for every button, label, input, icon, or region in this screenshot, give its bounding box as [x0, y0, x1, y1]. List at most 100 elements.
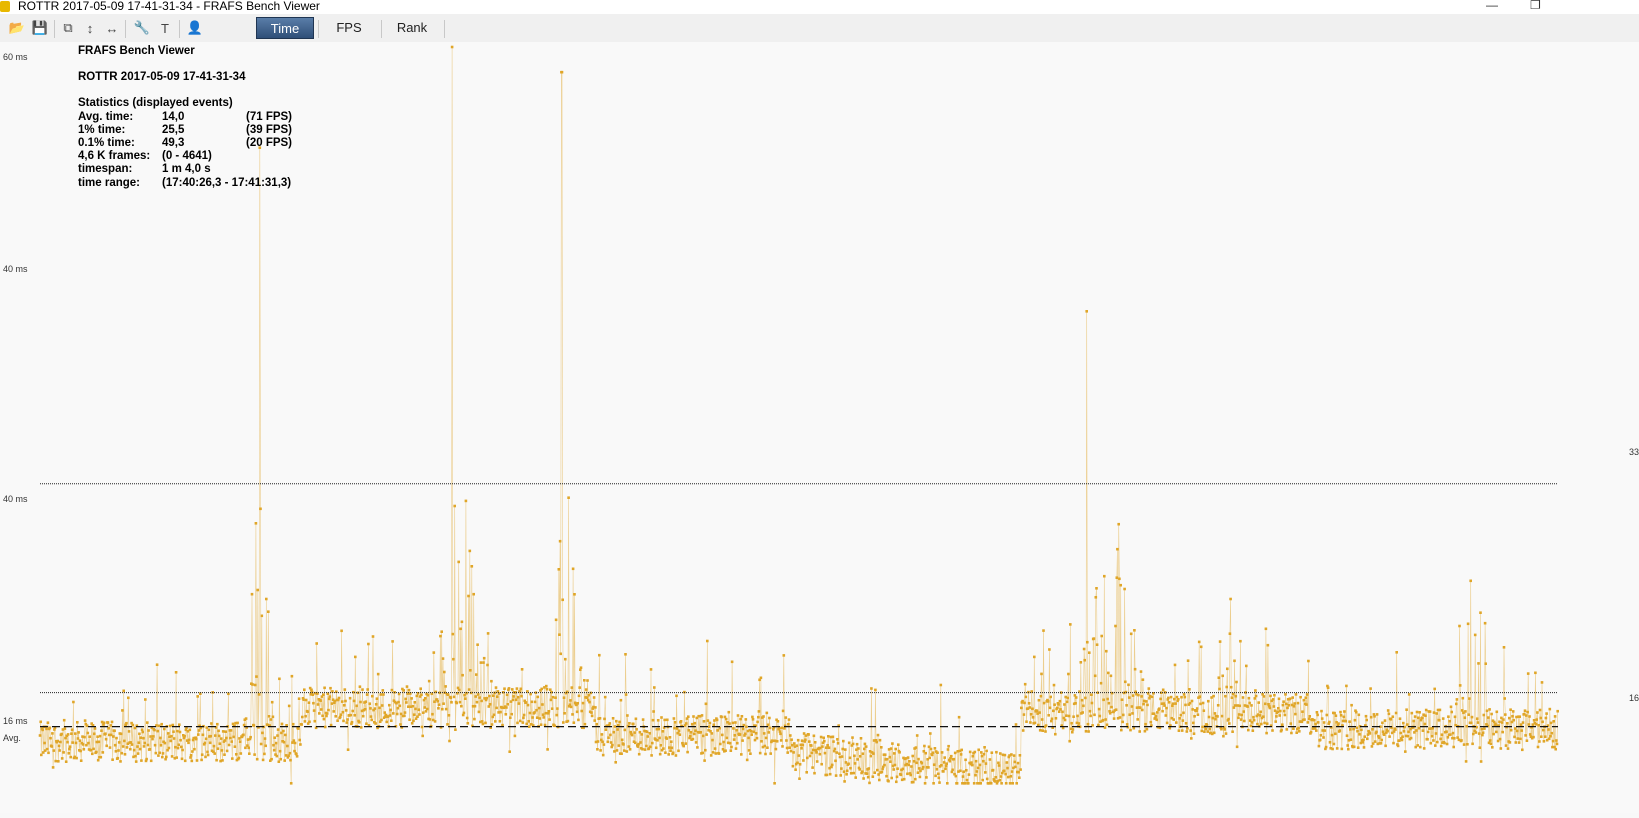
frame-point — [1452, 745, 1455, 749]
frame-point — [1352, 727, 1355, 731]
frame-point — [764, 752, 767, 756]
frame-point — [392, 712, 395, 715]
frame-point — [885, 757, 889, 761]
frame-point — [138, 732, 141, 736]
frame-point — [840, 767, 843, 770]
tab-rank[interactable]: Rank — [386, 17, 438, 39]
frame-point — [1416, 744, 1419, 747]
frame-point — [1103, 574, 1106, 578]
open-icon[interactable]: 📂 — [8, 20, 26, 36]
frame-point — [611, 743, 614, 747]
frame-point — [1082, 704, 1085, 708]
frame-point — [1419, 745, 1422, 749]
frame-point — [936, 751, 939, 754]
frame-point — [252, 724, 256, 727]
frame-point — [156, 729, 160, 733]
tab-fps[interactable]: FPS — [323, 17, 375, 39]
frame-point — [1230, 696, 1234, 699]
frame-point — [741, 727, 745, 731]
frame-point — [826, 744, 829, 747]
frame-point — [1335, 747, 1339, 750]
frame-point — [866, 775, 870, 779]
frame-point — [1262, 695, 1266, 698]
copy-icon[interactable]: ⧉ — [59, 20, 77, 36]
frame-point — [678, 733, 682, 736]
frame-point — [899, 773, 903, 777]
user-icon[interactable]: 👤 — [186, 20, 204, 36]
frame-point — [979, 782, 982, 785]
frame-point — [1250, 704, 1253, 707]
frame-point — [717, 752, 721, 755]
frame-point — [1152, 712, 1156, 715]
fit-vertical-icon[interactable]: ↕ — [81, 20, 99, 36]
frame-point — [920, 761, 924, 765]
frame-point — [1082, 647, 1086, 651]
frame-point — [219, 737, 223, 740]
frame-point — [1455, 702, 1458, 706]
fit-horizontal-icon[interactable]: ↔ — [103, 20, 121, 36]
frame-point — [1339, 714, 1343, 717]
frame-point — [1175, 721, 1178, 724]
frame-point — [845, 769, 849, 773]
save-icon[interactable]: 💾 — [31, 20, 49, 36]
frame-point — [559, 652, 562, 656]
frame-point — [1525, 739, 1529, 742]
frame-point — [564, 657, 567, 661]
frame-point — [1405, 708, 1408, 711]
frame-point — [936, 772, 940, 776]
frame-point — [200, 753, 204, 756]
frame-point — [1065, 714, 1068, 717]
frame-point — [1186, 659, 1190, 662]
frame-point — [151, 735, 155, 738]
frame-point — [325, 714, 328, 718]
text-icon[interactable]: T — [156, 20, 174, 36]
minimize-button[interactable]: — — [1486, 0, 1498, 12]
frame-point — [1033, 655, 1036, 659]
frame-point — [172, 737, 176, 740]
frame-point — [336, 719, 339, 722]
frame-point — [433, 720, 437, 723]
frame-point — [1090, 701, 1094, 705]
frame-point — [174, 745, 177, 749]
frame-point — [1003, 753, 1007, 757]
frame-point — [596, 748, 599, 751]
frame-point — [1172, 718, 1175, 721]
frame-point — [1295, 731, 1298, 734]
frame-point — [1161, 688, 1165, 692]
frame-point — [1263, 721, 1266, 725]
wrench-icon[interactable]: 🔧 — [133, 20, 151, 36]
frame-point — [970, 763, 974, 767]
frame-point — [984, 762, 988, 765]
restore-button[interactable]: ❐ — [1530, 0, 1541, 12]
frame-point — [888, 755, 892, 759]
frame-point — [1274, 720, 1277, 723]
frame-point — [661, 730, 665, 733]
frame-point — [397, 700, 400, 704]
frame-point — [121, 745, 125, 748]
frame-point — [728, 741, 732, 745]
frame-point — [439, 634, 442, 638]
frame-point — [688, 734, 692, 738]
frame-point — [938, 781, 941, 784]
frame-point — [1239, 718, 1243, 721]
frame-point — [260, 614, 264, 618]
frame-point — [548, 718, 551, 721]
frame-point — [117, 749, 120, 752]
frame-point — [1109, 674, 1113, 678]
frame-point — [131, 723, 135, 727]
tab-time[interactable]: Time — [256, 17, 314, 39]
frame-point — [587, 693, 591, 697]
frame-point — [775, 740, 779, 743]
frame-point — [1402, 721, 1405, 725]
frame-point — [1287, 704, 1291, 707]
frame-point — [1432, 711, 1436, 714]
frame-point — [174, 671, 178, 674]
frame-point — [361, 688, 364, 691]
frame-point — [1128, 713, 1132, 716]
frame-point — [663, 718, 666, 722]
frame-point — [511, 688, 514, 691]
frame-point — [1532, 719, 1536, 722]
frame-point — [531, 716, 534, 719]
frame-point — [596, 740, 600, 743]
frame-point — [1465, 724, 1468, 728]
